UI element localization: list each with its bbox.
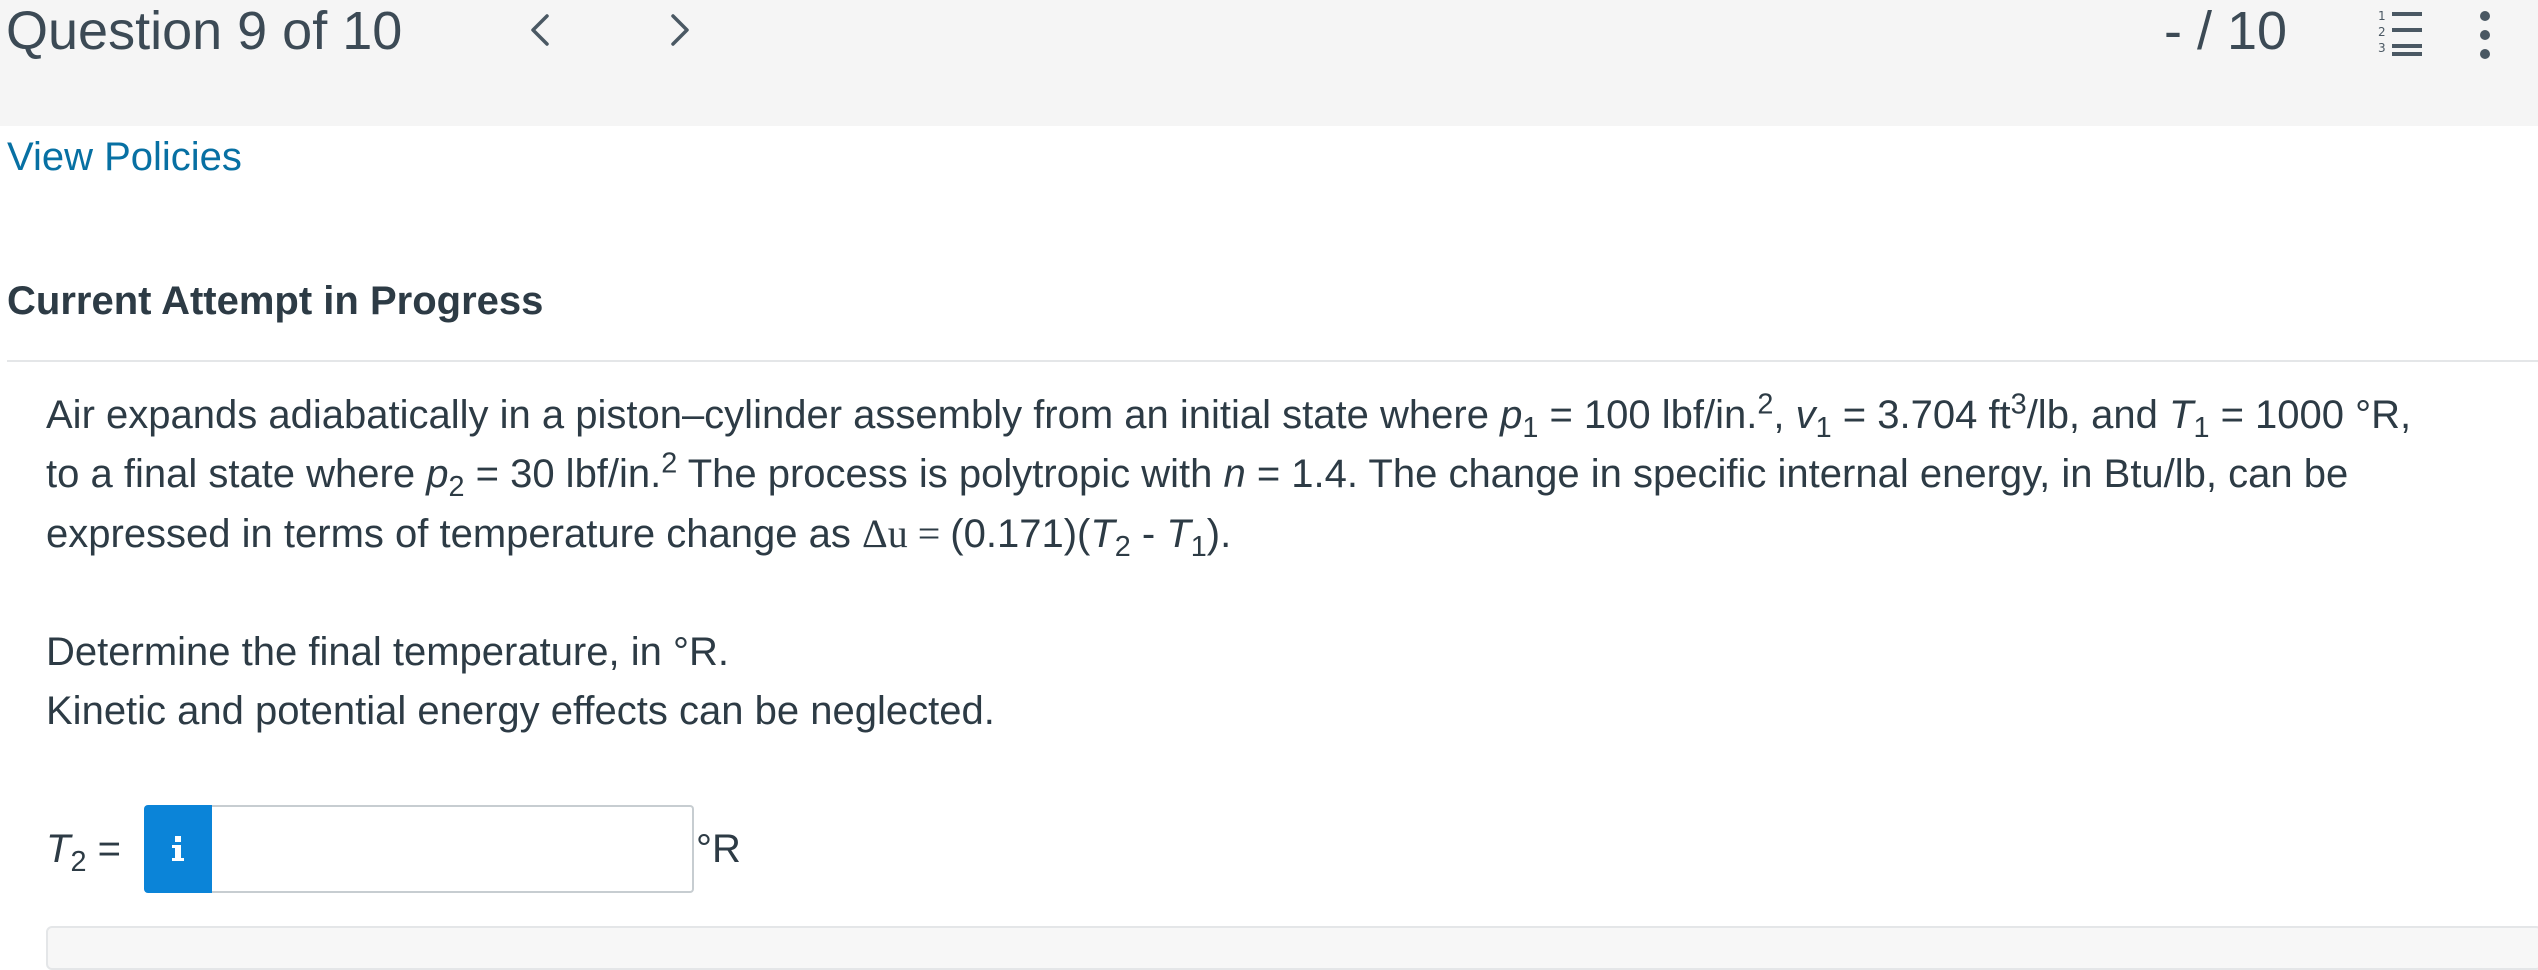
problem-statement: Air expands adiabatically in a piston–cy… [46,386,2538,741]
problem-text: , [1773,393,1796,437]
equals-sign: = [86,827,121,871]
problem-task: Determine the final temperature, in °R. [46,630,729,674]
coefficient: (0.171)( [950,512,1091,556]
answer-unit: °R [696,827,741,871]
var-n: n [1223,452,1246,496]
problem-text: ). [1206,512,1232,556]
value-p1: = 100 lbf/in. [1538,393,1758,437]
answer-info-button[interactable] [144,805,212,893]
superscript: 2 [661,447,678,480]
subscript: 1 [1815,412,1832,444]
view-policies-link[interactable]: View Policies [7,132,242,182]
var-p2: p [426,452,449,496]
problem-text: /lb, and [2026,393,2170,437]
score-display: - / 10 [2164,1,2288,61]
numbered-list-icon: 1 2 3 [2378,9,2422,56]
more-options-button[interactable] [2470,8,2500,62]
answer-label: T2 = [46,821,121,877]
more-vertical-icon [2480,11,2490,59]
svg-text:3: 3 [2378,41,2386,55]
chevron-right-icon [671,14,689,46]
var-t2: T [1090,512,1115,556]
question-header: Question 9 of 10 - / 10 1 2 3 [0,0,2538,126]
equals-sign: = [907,511,951,556]
problem-text: The process is polytropic with [677,452,1224,496]
minus-sign: - [1130,512,1167,556]
chevron-left-icon [531,14,549,46]
problem-text: expressed in terms of temperature change… [46,512,862,556]
problem-line-3: expressed in terms of temperature change… [46,504,2538,564]
svg-text:2: 2 [2378,25,2386,39]
problem-text: to a final state where [46,452,427,496]
previous-question-button[interactable] [510,2,570,58]
info-icon [172,836,184,861]
problem-note: Kinetic and potential energy effects can… [46,689,995,733]
value-p2: = 30 lbf/in. [464,452,662,496]
submission-panel [46,926,2538,970]
subscript: 1 [1190,531,1207,563]
attempt-status-heading: Current Attempt in Progress [7,279,544,323]
var-v1: v [1795,393,1816,437]
answer-input[interactable] [212,805,694,893]
question-counter: Question 9 of 10 [6,1,403,61]
subscript: 2 [448,471,465,503]
value-v1: = 3.704 ft [1831,393,2011,437]
question-list-button[interactable]: 1 2 3 [2368,4,2440,60]
next-question-button[interactable] [650,2,710,58]
subscript: 2 [1114,531,1131,563]
divider [7,360,2538,362]
problem-text: Air expands adiabatically in a piston–cy… [46,393,1501,437]
problem-line-1: Air expands adiabatically in a piston–cy… [46,386,2538,445]
problem-text: = 1.4. The change in specific internal e… [1245,452,2349,496]
subscript: 1 [1522,412,1539,444]
value-t1: = 1000 °R, [2209,393,2412,437]
var-p1: p [1500,393,1523,437]
var-t1: T [2169,393,2194,437]
subscript: 2 [70,846,87,878]
problem-line-2: to a final state where p2 = 30 lbf/in.2 … [46,445,2538,504]
var-t2: T [46,827,71,871]
svg-text:1: 1 [2378,9,2386,23]
var-t1: T [1166,512,1191,556]
superscript: 3 [2010,388,2027,421]
subscript: 1 [2193,412,2210,444]
delta-u-symbol: Δu [861,511,908,556]
superscript: 2 [1757,388,1774,421]
